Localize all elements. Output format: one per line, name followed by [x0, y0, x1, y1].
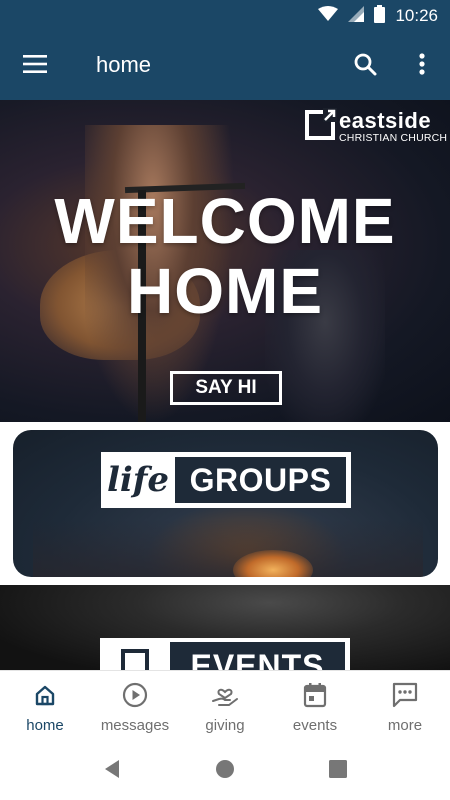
nav-label-events: events: [292, 717, 338, 734]
campfire-people-photo-area: [33, 520, 423, 577]
wifi-icon: [318, 5, 339, 27]
system-home-button[interactable]: [213, 759, 237, 783]
life-groups-banner: life GROUPS: [101, 452, 351, 508]
events-card[interactable]: EVENTS: [0, 585, 450, 675]
calendar-icon: [301, 681, 329, 709]
status-icons: 10:26: [318, 4, 438, 28]
say-hi-button[interactable]: SAY HI: [170, 371, 282, 405]
welcome-hero-banner[interactable]: eastside CHRISTIAN CHURCH WELCOME HOME S…: [0, 100, 450, 422]
search-icon: [353, 52, 377, 81]
logo-subtitle: CHRISTIAN CHURCH: [339, 132, 448, 144]
life-groups-title: GROUPS: [175, 457, 346, 503]
home-icon: [31, 681, 59, 709]
hero-title-line2: HOME: [127, 255, 323, 327]
status-bar: 10:26: [0, 0, 450, 32]
back-icon: [103, 759, 121, 784]
giving-hand-heart-icon: [211, 681, 239, 709]
hero-title-line1: WELCOME: [54, 185, 396, 257]
nav-label-giving: giving: [205, 717, 245, 734]
home-circle-icon: [215, 759, 235, 784]
system-navigation-bar: [0, 742, 450, 800]
nav-label-messages: messages: [100, 717, 170, 734]
logo-box-icon: [305, 108, 337, 140]
nav-label-more: more: [387, 717, 423, 734]
nav-item-giving[interactable]: giving: [180, 671, 270, 743]
nav-label-home: home: [26, 717, 64, 734]
page-title: home: [96, 52, 152, 77]
system-recents-button[interactable]: [326, 759, 350, 783]
logo-text: eastside CHRISTIAN CHURCH: [339, 108, 448, 145]
menu-button[interactable]: [14, 46, 56, 86]
system-back-button[interactable]: [100, 759, 124, 783]
nav-item-more[interactable]: more: [360, 671, 450, 743]
search-button[interactable]: [345, 46, 385, 86]
status-time: 10:26: [395, 6, 438, 25]
menu-icon: [23, 54, 47, 78]
life-groups-card[interactable]: life GROUPS: [13, 430, 438, 577]
overflow-menu-button[interactable]: [402, 46, 442, 86]
play-circle-icon: [121, 681, 149, 709]
nav-item-messages[interactable]: messages: [90, 671, 180, 743]
chat-bubble-more-icon: [391, 681, 419, 709]
church-logo: eastside CHRISTIAN CHURCH: [305, 108, 448, 145]
app-bar: home: [0, 32, 450, 100]
nav-item-events[interactable]: events: [270, 671, 360, 743]
logo-name: eastside: [339, 108, 432, 133]
more-vert-icon: [419, 52, 425, 80]
life-script-word: life: [106, 460, 170, 500]
signal-icon: [348, 5, 365, 27]
bottom-navigation: home messages giving events more: [0, 670, 450, 742]
battery-icon: [374, 4, 386, 28]
nav-item-home[interactable]: home: [0, 671, 90, 743]
recents-icon: [329, 759, 347, 783]
